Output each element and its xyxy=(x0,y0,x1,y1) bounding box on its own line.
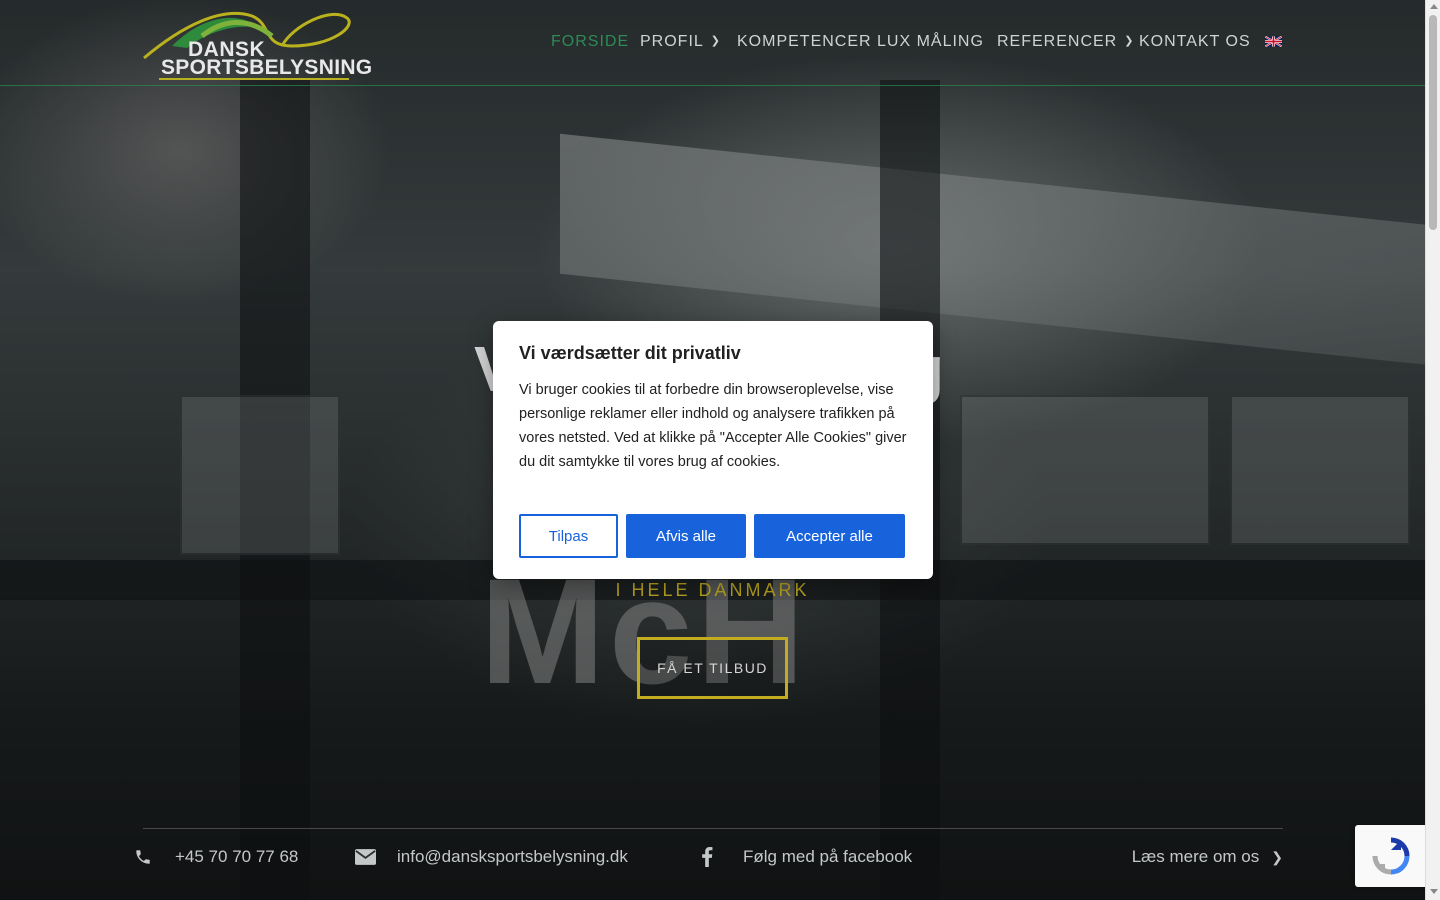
read-more-label: Læs mere om os xyxy=(1131,847,1260,866)
nav-item-label: PROFIL xyxy=(640,33,704,50)
hero-subtitle: I HELE DANMARK xyxy=(615,580,810,600)
cookie-consent-modal: Vi værdsætter dit privatliv Vi bruger co… xyxy=(493,321,933,579)
contact-facebook[interactable]: Følg med på facebook xyxy=(701,847,912,867)
logo-line-2: SPORTSBELYSNING xyxy=(161,56,373,79)
recaptcha-icon xyxy=(1372,837,1410,875)
chevron-down-icon: ❯ xyxy=(1124,35,1135,47)
nav-item-forside[interactable]: FORSIDE xyxy=(551,33,629,51)
site-header: DANSK SPORTSBELYSNING FORSIDE PROFIL ❯ KO… xyxy=(0,0,1425,86)
scrollbar-thumb[interactable] xyxy=(1429,15,1437,230)
nav-item-profil[interactable]: PROFIL ❯ xyxy=(640,33,721,51)
accept-all-button[interactable]: Accepter alle xyxy=(754,514,905,558)
contact-bar: +45 70 70 77 68 info@dansksportsbelysnin… xyxy=(136,828,1283,900)
reject-all-button[interactable]: Afvis alle xyxy=(626,514,746,558)
recaptcha-badge[interactable] xyxy=(1355,825,1427,887)
chevron-right-icon: ❯ xyxy=(1271,849,1283,865)
contact-phone[interactable]: +45 70 70 77 68 xyxy=(134,847,298,867)
nav-item-kontakt-os[interactable]: KONTAKT OS xyxy=(1139,33,1251,51)
nav-item-kompetencer[interactable]: KOMPETENCER xyxy=(737,33,872,51)
envelope-icon xyxy=(355,849,376,865)
phone-number: +45 70 70 77 68 xyxy=(175,847,299,866)
email-address: info@dansksportsbelysning.dk xyxy=(397,847,628,866)
scroll-up-arrow-icon[interactable] xyxy=(1430,4,1438,9)
uk-flag-icon[interactable] xyxy=(1265,36,1282,47)
facebook-icon xyxy=(702,847,713,867)
nav-item-label: REFERENCER xyxy=(997,33,1118,50)
contact-email[interactable]: info@dansksportsbelysning.dk xyxy=(355,847,628,867)
customize-button[interactable]: Tilpas xyxy=(519,514,618,558)
scrollbar[interactable] xyxy=(1425,0,1440,900)
scroll-down-arrow-icon[interactable] xyxy=(1430,889,1438,894)
site-logo[interactable]: DANSK SPORTSBELYSNING xyxy=(142,6,372,82)
nav-item-lux-maaling[interactable]: LUX MÅLING xyxy=(877,33,984,51)
chevron-down-icon: ❯ xyxy=(710,35,722,47)
read-more-link[interactable]: Læs mere om os ❯ xyxy=(1132,847,1283,867)
cookie-modal-buttons: Tilpas Afvis alle Accepter alle xyxy=(519,514,905,558)
get-quote-button[interactable]: FÅ ET TILBUD xyxy=(637,637,788,699)
cookie-modal-text: Vi bruger cookies til at forbedre din br… xyxy=(519,382,907,470)
phone-icon xyxy=(136,850,150,864)
cookie-modal-title: Vi værdsætter dit privatliv xyxy=(519,343,741,363)
nav-item-referencer[interactable]: REFERENCER ❯ xyxy=(997,33,1134,51)
facebook-link: Følg med på facebook xyxy=(743,847,913,866)
